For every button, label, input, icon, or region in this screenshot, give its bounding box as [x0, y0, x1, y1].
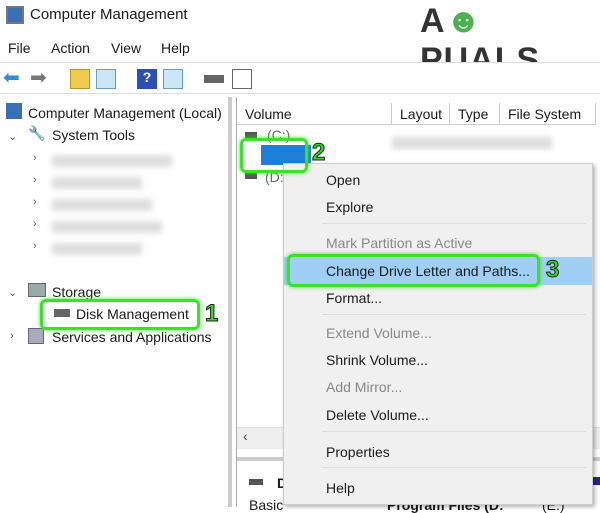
computer-icon: [6, 103, 22, 119]
menu-item-mark-active: Mark Partition as Active: [326, 235, 473, 251]
chevron-right-icon[interactable]: ›: [10, 330, 14, 342]
menu-item-shrink[interactable]: Shrink Volume...: [284, 347, 592, 373]
tree-storage[interactable]: Storage: [52, 284, 101, 300]
menu-item-properties[interactable]: Properties: [284, 439, 592, 465]
menu-view[interactable]: View: [111, 40, 141, 56]
menu-item-explore[interactable]: Explore: [284, 194, 592, 220]
menu-help[interactable]: Help: [161, 40, 190, 56]
up-folder-icon[interactable]: [70, 69, 90, 89]
forward-icon[interactable]: ➡: [30, 65, 50, 89]
menu-item-help[interactable]: Help: [284, 475, 592, 501]
annotation-box-3: [287, 254, 540, 287]
menu-item-extend: Extend Volume...: [326, 325, 432, 341]
menu-item-delete[interactable]: Delete Volume...: [284, 402, 592, 428]
scroll-left-icon[interactable]: ‹: [243, 428, 248, 444]
services-icon: [28, 328, 44, 344]
connect-icon[interactable]: [204, 75, 224, 83]
tools-icon: 🔧: [28, 125, 46, 141]
toolbar: ⬅ ➡ ?: [0, 62, 600, 94]
storage-icon: [28, 283, 46, 297]
menu-file[interactable]: File: [8, 40, 31, 56]
tree-services[interactable]: Services and Applications: [52, 329, 212, 345]
disk-icon: [249, 479, 263, 485]
annotation-number-2: 2: [311, 139, 326, 167]
menu-item-add-mirror: Add Mirror...: [326, 379, 403, 395]
annotation-box-1: [40, 299, 200, 330]
action-pane-icon[interactable]: [163, 69, 183, 89]
back-icon[interactable]: ⬅: [3, 65, 23, 89]
col-file-system[interactable]: File System: [500, 103, 596, 125]
tree-root[interactable]: Computer Management (Local): [28, 105, 222, 121]
menu-action[interactable]: Action: [51, 40, 90, 56]
tree-system-tools[interactable]: System Tools: [52, 127, 135, 143]
col-layout[interactable]: Layout: [392, 103, 450, 125]
chevron-down-icon[interactable]: ⌄: [8, 130, 17, 143]
properties-icon[interactable]: [232, 69, 252, 89]
annotation-box-2: [240, 138, 308, 173]
help-icon[interactable]: ?: [137, 69, 157, 89]
menu-item-open[interactable]: Open: [284, 167, 592, 193]
disk-type: Basic: [249, 497, 284, 513]
chevron-down-icon[interactable]: ⌄: [8, 286, 17, 299]
show-hide-tree-icon[interactable]: [96, 69, 116, 89]
col-volume[interactable]: Volume: [237, 103, 392, 125]
window-title: Computer Management: [30, 6, 188, 23]
menu-item-format[interactable]: Format...: [284, 285, 592, 311]
annotation-number-3: 3: [545, 256, 560, 284]
annotation-number-1: 1: [204, 300, 219, 328]
context-menu: Open Explore Mark Partition as Active Ch…: [283, 163, 593, 505]
app-icon: [6, 6, 24, 24]
col-type[interactable]: Type: [450, 103, 500, 125]
